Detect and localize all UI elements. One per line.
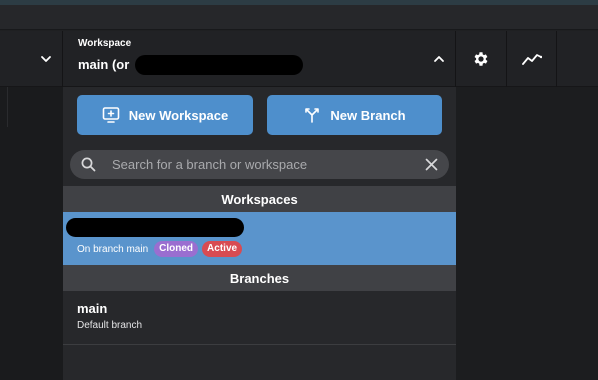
gear-icon [474,52,488,66]
branch-description: Default branch [77,320,143,331]
search-icon [81,157,96,172]
active-badge: Active [202,241,243,257]
activity-button[interactable] [507,31,557,87]
new-branch-button[interactable]: New Branch [267,95,442,135]
new-workspace-icon [102,107,120,123]
left-dropdown-button[interactable] [0,31,63,87]
workspace-selector[interactable]: Workspace main (or [63,31,456,87]
redacted-workspace-title [66,218,244,237]
activity-icon [521,54,542,65]
cloned-badge: Cloned [154,241,199,257]
clear-icon[interactable] [425,158,438,171]
search-input[interactable] [112,150,412,179]
chevron-down-icon [41,56,51,62]
left-background [0,87,63,380]
workspace-item-details: On branch main Cloned Active [77,241,243,257]
redacted-workspace-name [135,55,303,75]
branch-list-item[interactable]: main Default branch [63,291,456,345]
workspace-list-item[interactable]: On branch main Cloned Active [63,212,456,265]
branch-icon [305,108,320,123]
new-workspace-button[interactable]: New Workspace [77,95,253,135]
branch-name: main [77,301,108,316]
new-workspace-label: New Workspace [128,107,229,123]
settings-button[interactable] [456,31,507,87]
workspace-name: main (or [78,57,130,72]
workspace-caption: Workspace [78,38,132,49]
workspaces-header: Workspaces [63,186,456,212]
search-box [70,150,449,179]
workspace-branch-text: On branch main [77,243,149,255]
right-background [456,87,598,380]
branches-header: Branches [63,265,456,291]
chevron-up-icon[interactable] [433,53,445,65]
workspace-dropdown-panel: New Workspace New Branch Workspaces On b… [63,87,456,380]
new-branch-label: New Branch [330,107,406,123]
title-bar [0,5,598,30]
